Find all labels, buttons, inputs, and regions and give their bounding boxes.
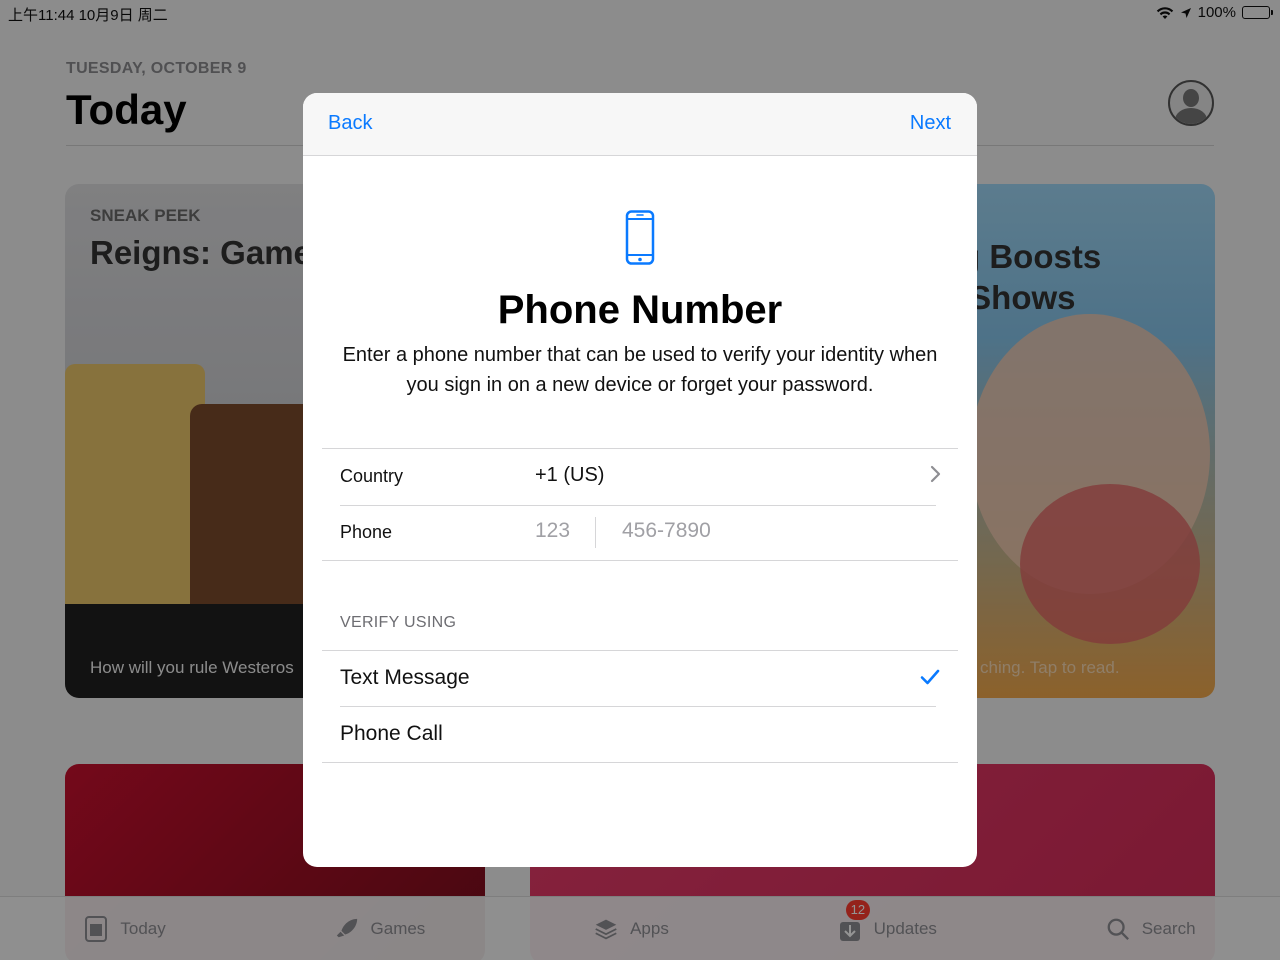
option-phone-call[interactable]: Phone Call	[322, 707, 958, 763]
divider	[322, 560, 958, 561]
phone-row: Phone	[322, 505, 958, 561]
chevron-right-icon	[930, 465, 941, 483]
verify-using-header: VERIFY USING	[340, 614, 457, 631]
country-row[interactable]: Country +1 (US)	[322, 449, 958, 505]
option-text-message[interactable]: Text Message	[322, 651, 958, 707]
phone-number-sheet: Back Next Phone Number Enter a phone num…	[303, 93, 977, 867]
phone-number-input[interactable]	[622, 519, 822, 543]
area-code-input[interactable]	[535, 519, 585, 543]
phone-label: Phone	[340, 522, 393, 542]
country-label: Country	[340, 466, 404, 486]
option-label: Phone Call	[340, 722, 443, 745]
field-separator	[595, 517, 596, 548]
divider	[322, 762, 958, 763]
checkmark-icon	[920, 669, 940, 685]
sheet-navigation-bar: Back Next	[303, 93, 977, 156]
country-value: +1 (US)	[535, 464, 605, 486]
sheet-description: Enter a phone number that can be used to…	[342, 344, 938, 396]
iphone-icon	[625, 210, 655, 265]
next-button[interactable]: Next	[910, 112, 951, 135]
option-label: Text Message	[340, 666, 470, 689]
back-button[interactable]: Back	[328, 112, 372, 135]
sheet-title: Phone Number	[497, 288, 783, 332]
